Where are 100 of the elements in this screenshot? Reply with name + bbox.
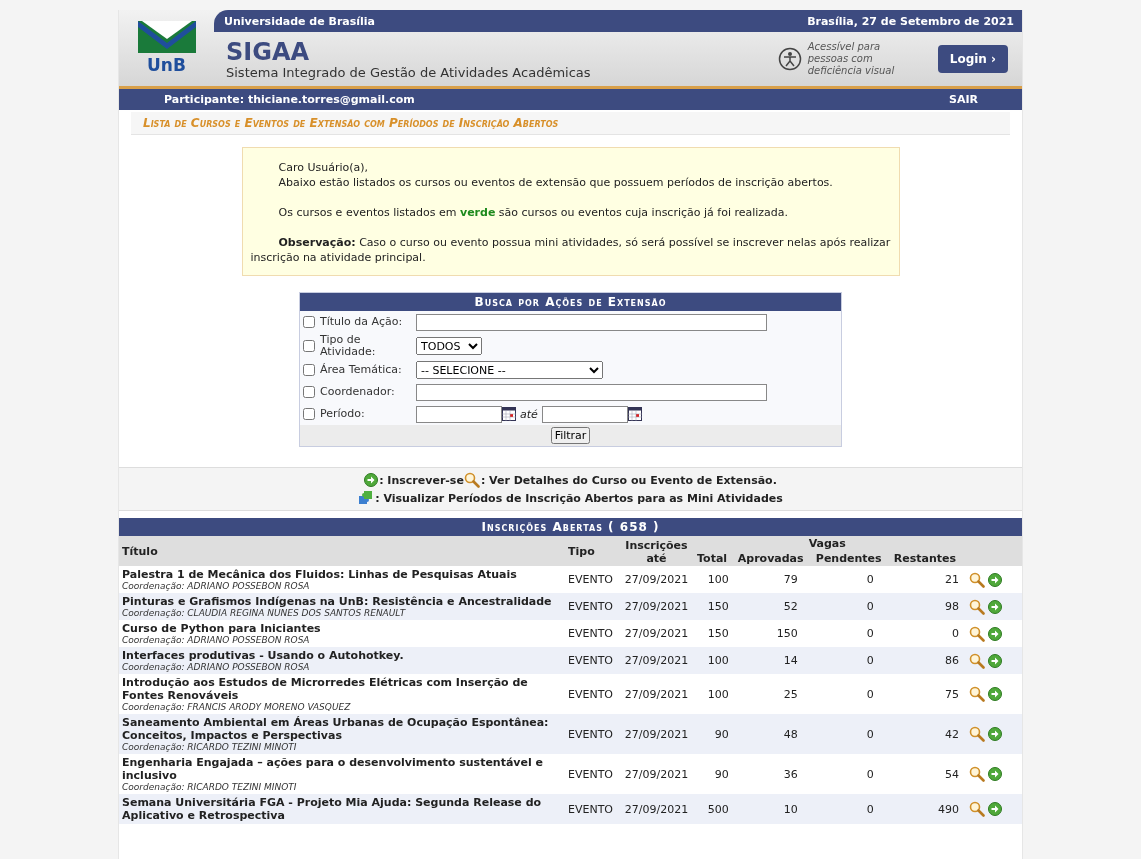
table-cell: 0 — [809, 674, 888, 714]
magnifier-icon[interactable] — [969, 766, 985, 782]
table-cell: 27/09/2021 — [620, 674, 693, 714]
table-cell: 27/09/2021 — [620, 593, 693, 620]
magnifier-icon[interactable] — [969, 652, 985, 669]
magnifier-icon[interactable] — [969, 598, 985, 615]
table-cell: 0 — [809, 714, 888, 754]
puzzle-icon[interactable] — [358, 490, 375, 506]
course-title[interactable]: Pinturas e Grafismos Indígenas na UnB: Resistência e Ancestralidade — [122, 595, 562, 608]
column-header: Inscrições até — [620, 536, 693, 566]
arrow-circle-icon[interactable] — [988, 572, 1002, 587]
magnifier-icon[interactable] — [969, 726, 985, 742]
table-title: Inscrições Abertas ( 658 ) — [119, 518, 1022, 536]
table-cell: EVENTO — [565, 566, 621, 593]
table-cell: 100 — [692, 566, 732, 593]
table-cell: 0 — [809, 566, 888, 593]
course-title[interactable]: Semana Universitária FGA - Projeto Mia Ajuda: Segunda Release do Aplicativo e Retrospectiva — [122, 796, 562, 822]
checkbox[interactable] — [303, 340, 315, 352]
table-cell: EVENTO — [565, 794, 621, 824]
magnifier-icon[interactable] — [969, 571, 985, 588]
login-button[interactable]: Login › — [937, 45, 1008, 73]
legend-text: : Ver Detalhes do Curso ou Evento de Extensão. — [480, 473, 777, 487]
table-cell: 90 — [692, 754, 732, 794]
course-title[interactable]: Curso de Python para Iniciantes — [122, 622, 562, 635]
area-select[interactable]: -- SELECIONE -- — [416, 361, 603, 379]
arrow-circle-icon[interactable] — [364, 473, 379, 487]
course-title[interactable]: Saneamento Ambiental em Áreas Urbanas de Ocupação Espontânea: Conceitos, Impactos e Perspectivas — [122, 716, 562, 742]
date-text: Brasília, 27 de Setembro de 2021 — [807, 14, 1014, 28]
arrow-circle-icon[interactable] — [988, 653, 1002, 668]
column-header: Aprovadas — [731, 551, 810, 566]
legend-text: : Inscrever-se — [379, 473, 464, 487]
coordinator-text: Coordenação: FRANCIS ARODY MORENO VASQUEZ — [122, 702, 352, 712]
table-cell: 0 — [809, 794, 888, 824]
checkbox[interactable] — [303, 386, 315, 398]
table-cell: 27/09/2021 — [620, 714, 693, 754]
intro-text: Abaixo estão listados os cursos ou eventos de extensão que possuem períodos de inscrição abertos. — [277, 175, 834, 190]
magnifier-icon[interactable] — [969, 625, 985, 642]
course-title[interactable]: Interfaces produtivas - Usando o Autohotkey. — [122, 649, 562, 662]
legend-note-text: Os cursos e eventos listados em verde são cursos ou eventos cuja inscrição já foi realizada. — [277, 205, 790, 220]
table-cell: 79 — [731, 566, 810, 593]
checkbox[interactable] — [303, 408, 315, 420]
date-field[interactable] — [416, 405, 502, 423]
arrow-circle-icon[interactable] — [988, 599, 1002, 614]
field-label: Área Temática: — [320, 364, 403, 376]
calendar-icon[interactable] — [627, 407, 642, 421]
logout-link[interactable]: SAIR — [949, 93, 978, 106]
course-title[interactable]: Engenharia Engajada – ações para o desenvolvimento sustentável e inclusivo — [122, 756, 562, 782]
arrow-circle-icon[interactable] — [988, 727, 1002, 741]
field-label: Título da Ação: — [320, 316, 404, 328]
table-cell: 27/09/2021 — [620, 754, 693, 794]
table-cell: 90 — [692, 714, 732, 754]
type-select[interactable]: TODOS — [416, 337, 482, 355]
coordinator-text: Coordenação: RICARDO TEZINI MINOTI — [122, 742, 298, 752]
arrow-circle-icon[interactable] — [988, 802, 1002, 816]
table-cell: 98 — [887, 593, 962, 620]
table-cell: 52 — [731, 593, 810, 620]
until-label: até — [520, 407, 538, 421]
arrow-circle-icon[interactable] — [988, 626, 1002, 641]
table-cell: 0 — [809, 647, 888, 674]
table-cell: EVENTO — [565, 593, 621, 620]
form-title: Busca por Ações de Extensão — [300, 293, 841, 311]
table-cell: 150 — [692, 593, 732, 620]
text-field[interactable] — [416, 383, 767, 401]
magnifier-icon[interactable] — [969, 686, 985, 702]
checkbox[interactable] — [303, 364, 315, 376]
legend-text: : Visualizar Períodos de Inscrição Abertos para as Mini Atividades — [375, 491, 783, 505]
filter-button[interactable]: Filtrar — [550, 427, 591, 444]
table-cell: 10 — [731, 794, 810, 824]
unb-logo-icon — [137, 21, 196, 53]
table-cell: 0 — [809, 620, 888, 647]
magnifier-icon[interactable] — [969, 801, 985, 817]
logo-text: UnB — [147, 55, 186, 75]
table-cell: EVENTO — [565, 647, 621, 674]
magnifier-icon[interactable] — [463, 472, 480, 488]
table-cell: 14 — [731, 647, 810, 674]
column-header: Pendentes — [809, 551, 888, 566]
table-cell: 0 — [809, 754, 888, 794]
table-cell: EVENTO — [565, 620, 621, 647]
coordinator-text: Coordenação: RICARDO TEZINI MINOTI — [122, 782, 298, 792]
checkbox[interactable] — [303, 316, 315, 328]
arrow-circle-icon[interactable] — [988, 767, 1002, 781]
arrow-circle-icon[interactable] — [988, 687, 1002, 701]
table-cell: 27/09/2021 — [620, 620, 693, 647]
course-title[interactable]: Palestra 1 de Mecânica dos Fluidos: Linhas de Pesquisas Atuais — [122, 568, 562, 581]
observation-text: Observação: Caso o curso ou evento possua mini atividades, só será possível se inscrever nelas após realizar inscrição na atividade principal. — [250, 235, 891, 265]
course-title[interactable]: Introdução aos Estudos de Microrredes Elétricas com Inserção de Fontes Renováveis — [122, 676, 562, 702]
accessibility-link[interactable]: Acessível para pessoas com deficiência visual — [807, 41, 918, 77]
table-cell: 100 — [692, 674, 732, 714]
column-header: Total — [692, 551, 732, 566]
table-cell: 27/09/2021 — [620, 794, 693, 824]
date-field[interactable] — [541, 405, 628, 423]
table-cell: 27/09/2021 — [620, 566, 693, 593]
coordinator-text: Coordenação: ADRIANO POSSEBON ROSA — [122, 662, 311, 672]
calendar-icon[interactable] — [502, 407, 516, 421]
system-full-name: Sistema Integrado de Gestão de Atividades Acadêmicas — [226, 64, 591, 80]
field-label: Período: — [320, 408, 366, 420]
text-field[interactable] — [416, 313, 767, 331]
coordinator-text: Coordenação: ADRIANO POSSEBON ROSA — [122, 581, 311, 591]
table-cell: 42 — [887, 714, 962, 754]
table-cell: EVENTO — [565, 754, 621, 794]
